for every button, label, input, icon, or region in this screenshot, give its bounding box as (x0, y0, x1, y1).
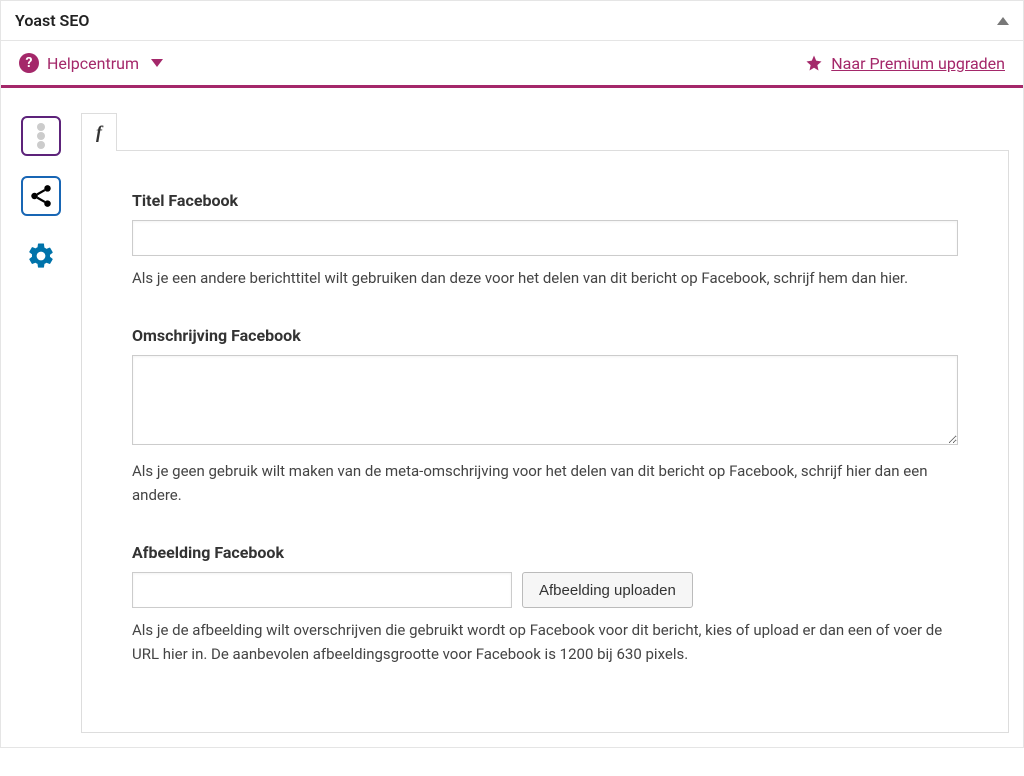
facebook-icon: f (96, 122, 102, 142)
facebook-description-label: Omschrijving Facebook (132, 326, 958, 345)
metabox-title: Yoast SEO (15, 11, 89, 30)
upgrade-premium-link[interactable]: Naar Premium upgraden (831, 54, 1005, 73)
gear-icon (26, 241, 56, 271)
facebook-image-label: Afbeelding Facebook (132, 543, 958, 562)
traffic-light-icon (33, 122, 49, 150)
social-tab[interactable] (21, 176, 61, 216)
facebook-title-label: Titel Facebook (132, 191, 958, 210)
upload-image-button[interactable]: Afbeelding uploaden (522, 572, 693, 608)
facebook-panel: Titel Facebook Als je een andere bericht… (81, 150, 1009, 733)
vertical-tabs (15, 112, 67, 733)
facebook-description-field: Omschrijving Facebook Als je geen gebrui… (132, 326, 958, 507)
facebook-image-row: Afbeelding uploaden (132, 572, 958, 608)
share-icon (28, 183, 54, 209)
star-icon (805, 54, 823, 72)
facebook-image-help: Als je de afbeelding wilt overschrijven … (132, 618, 958, 666)
subtab-row: f (81, 112, 1009, 150)
yoast-seo-metabox: Yoast SEO ? Helpcentrum Naar Premium upg… (0, 0, 1024, 748)
settings-tab[interactable] (21, 236, 61, 276)
facebook-image-url-input[interactable] (132, 572, 512, 608)
facebook-description-input[interactable] (132, 355, 958, 445)
readability-tab[interactable] (21, 116, 61, 156)
help-bar: ? Helpcentrum Naar Premium upgraden (1, 41, 1023, 88)
social-panel: f Titel Facebook Als je een andere beric… (81, 112, 1009, 733)
facebook-title-field: Titel Facebook Als je een andere bericht… (132, 191, 958, 290)
facebook-title-help: Als je een andere berichttitel wilt gebr… (132, 266, 958, 290)
help-center-label: Helpcentrum (47, 54, 139, 73)
facebook-subtab[interactable]: f (81, 113, 117, 151)
facebook-image-field: Afbeelding Facebook Afbeelding uploaden … (132, 543, 958, 666)
facebook-title-input[interactable] (132, 220, 958, 256)
help-center-button[interactable]: ? Helpcentrum (19, 53, 163, 73)
metabox-header: Yoast SEO (1, 1, 1023, 41)
facebook-description-help: Als je geen gebruik wilt maken van de me… (132, 459, 958, 507)
collapse-toggle-icon[interactable] (997, 17, 1009, 25)
question-icon: ? (19, 53, 39, 73)
metabox-body: f Titel Facebook Als je een andere beric… (1, 88, 1023, 747)
chevron-down-icon (151, 59, 163, 67)
upgrade-area: Naar Premium upgraden (805, 54, 1005, 73)
